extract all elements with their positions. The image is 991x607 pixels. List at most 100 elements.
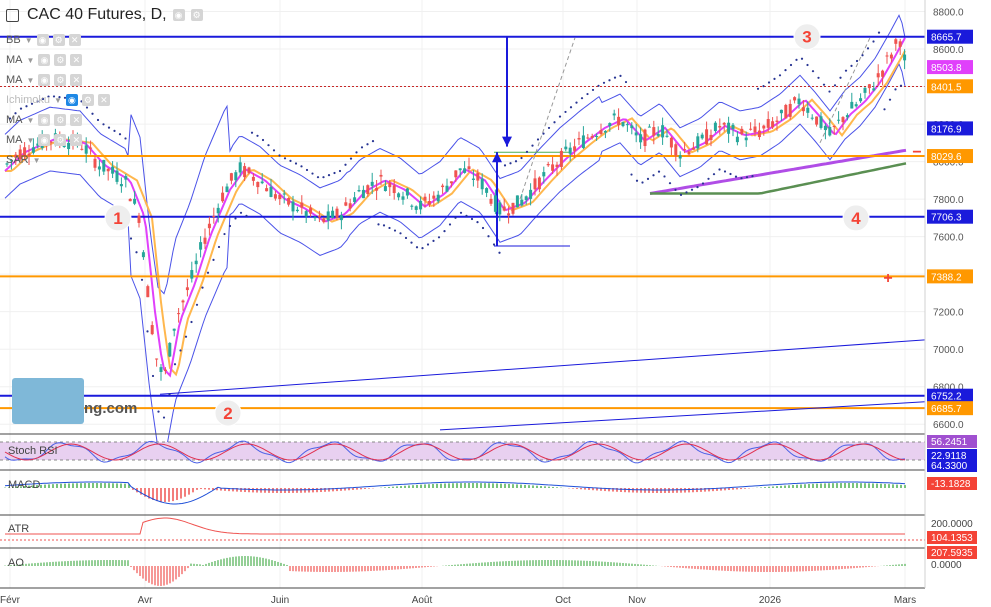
marker-symbol: +: [883, 270, 892, 287]
candle-body: [533, 178, 537, 190]
eye-icon[interactable]: ◉: [36, 34, 49, 46]
gear-icon[interactable]: ⚙: [54, 54, 67, 66]
eye-off-icon[interactable]: ◉: [65, 94, 78, 106]
candle-body: [625, 124, 629, 126]
sar-dot: [536, 138, 540, 141]
candle-body: [894, 39, 898, 44]
sar-dot: [107, 126, 111, 129]
sar-dot: [778, 74, 782, 77]
eye-icon[interactable]: ◉: [38, 74, 51, 86]
sar-dot: [690, 188, 694, 191]
close-icon[interactable]: ✕: [70, 134, 83, 146]
candle-body: [401, 196, 405, 200]
trendline: [159, 339, 926, 395]
candle-body: [133, 198, 137, 204]
sar-dot: [899, 84, 903, 87]
sar-dot: [575, 101, 578, 104]
candle-body: [815, 116, 819, 125]
candle-body: [823, 125, 827, 130]
eye-icon[interactable]: ◉: [38, 134, 51, 146]
sar-dot: [498, 251, 501, 254]
x-tick-label: Mars: [894, 595, 916, 606]
gear-icon[interactable]: ⚙: [54, 114, 67, 126]
indicator-row-ma1[interactable]: MA ▼ ◉ ⚙ ✕: [6, 52, 83, 68]
indicator-row-sar[interactable]: SAR ▼: [6, 152, 41, 168]
candle-body: [177, 313, 181, 315]
indicator-row-bb[interactable]: BB ▼ ◉ ⚙ ✕: [6, 32, 81, 48]
candle-body: [489, 198, 493, 204]
chevron-down-icon[interactable]: ▼: [27, 76, 35, 85]
y-tick-label: 8600.0: [933, 45, 964, 56]
indicator-row-ma2[interactable]: MA ▼ ◉ ⚙ ✕: [6, 72, 83, 88]
gear-icon[interactable]: ⚙: [81, 94, 94, 106]
chevron-down-icon[interactable]: ▼: [27, 56, 35, 65]
sar-dot: [619, 74, 622, 77]
sar-dot: [723, 170, 727, 173]
candle-body: [885, 55, 889, 57]
candle-body: [801, 107, 805, 112]
chevron-down-icon[interactable]: ▼: [27, 116, 35, 125]
candle-body: [326, 211, 330, 221]
candle-body: [199, 242, 203, 250]
close-icon[interactable]: ✕: [70, 114, 83, 126]
sar-dot: [388, 226, 391, 230]
gear-icon[interactable]: ⚙: [54, 134, 67, 146]
indicator-row-ma3[interactable]: MA ▼ ◉ ⚙ ✕: [6, 112, 83, 128]
candle-body: [361, 189, 365, 199]
indicator-label: SAR: [6, 154, 29, 166]
indicator-row-ichimoku[interactable]: Ichimoku ▼ ◉ ⚙ ✕: [6, 92, 110, 108]
sar-dot: [844, 69, 848, 72]
candle-body: [551, 164, 555, 171]
eye-icon[interactable]: ◉: [172, 9, 185, 21]
candle-body: [639, 134, 643, 143]
chart-canvas[interactable]: 1 2 3 4 + − Stoch RSI MACD ATR AO 6600.06800.070…: [0, 0, 991, 607]
close-icon[interactable]: ✕: [70, 74, 83, 86]
collapse-icon[interactable]: [6, 8, 19, 22]
close-icon[interactable]: ✕: [68, 34, 81, 46]
sar-dot: [613, 76, 617, 79]
candle-body: [427, 201, 431, 205]
candle-body: [405, 188, 409, 196]
candle-body: [256, 181, 260, 188]
sar-dot: [311, 172, 314, 175]
dashed-trendline: [819, 37, 871, 144]
gear-icon[interactable]: ⚙: [52, 34, 65, 46]
sar-dot: [855, 59, 859, 63]
candle-body: [630, 125, 634, 129]
eye-icon[interactable]: ◉: [38, 54, 51, 66]
eye-icon[interactable]: ◉: [38, 114, 51, 126]
candle-body: [454, 170, 458, 178]
chevron-down-icon[interactable]: ▼: [54, 96, 62, 105]
candle-body: [867, 84, 871, 89]
candle-body: [463, 168, 467, 173]
price-label: 7388.2: [931, 272, 962, 283]
sar-dot: [261, 138, 265, 142]
gear-icon[interactable]: ⚙: [190, 9, 203, 21]
sar-dot: [338, 169, 342, 173]
indicator-row-ma4[interactable]: MA ▼ ◉ ⚙ ✕: [6, 132, 83, 148]
chevron-down-icon[interactable]: ▼: [27, 136, 35, 145]
price-label: 8503.8: [931, 63, 962, 74]
candle-body: [709, 134, 713, 141]
close-icon[interactable]: ✕: [70, 54, 83, 66]
close-icon[interactable]: ✕: [97, 94, 110, 106]
candle-body: [309, 207, 313, 214]
candle-body: [779, 109, 783, 114]
sar-dot: [828, 90, 831, 93]
sar-dot: [113, 129, 116, 132]
gear-icon[interactable]: ⚙: [54, 74, 67, 86]
candle-body: [771, 121, 775, 128]
candle-body: [471, 178, 475, 180]
y-tick-label: 7800.0: [933, 195, 964, 206]
y-tick-label: 6600.0: [933, 420, 964, 431]
sar-dot: [256, 134, 259, 137]
candle-body: [106, 168, 110, 172]
chevron-down-icon[interactable]: ▼: [25, 36, 33, 45]
sar-dot: [520, 156, 523, 160]
sar-dot: [377, 223, 380, 226]
candle-body: [119, 184, 123, 187]
sar-dot: [421, 247, 424, 250]
chevron-down-icon[interactable]: ▼: [33, 156, 41, 165]
candle-body: [366, 185, 370, 194]
candle-body: [515, 195, 519, 208]
